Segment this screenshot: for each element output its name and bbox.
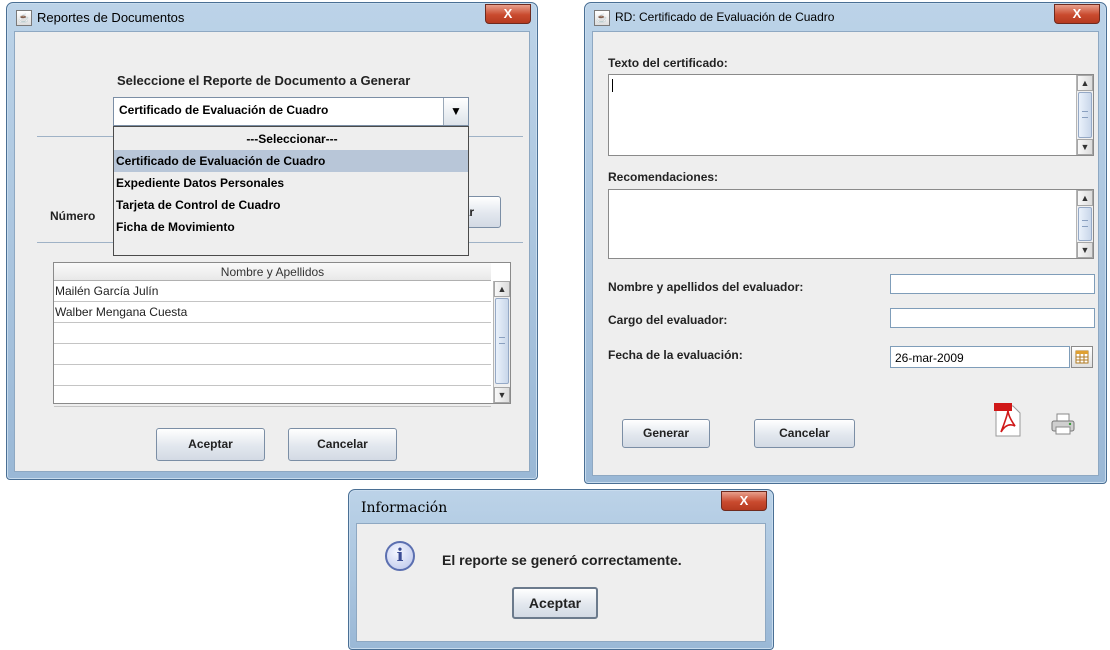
certificado-window: ☕ RD: Certificado de Evaluación de Cuadr… <box>584 2 1107 484</box>
scroll-thumb[interactable] <box>1078 92 1092 138</box>
option-tarjeta[interactable]: Tarjeta de Control de Cuadro <box>114 194 468 216</box>
nombre-evaluador-field[interactable] <box>890 274 1095 294</box>
chevron-down-icon[interactable]: ▼ <box>443 98 468 125</box>
certificado-close-button[interactable]: X <box>1054 4 1100 24</box>
cargo-evaluador-label: Cargo del evaluador: <box>608 313 728 327</box>
pdf-icon[interactable] <box>993 402 1023 438</box>
scroll-down-icon[interactable]: ▼ <box>1077 242 1093 258</box>
grip-icon <box>1082 220 1088 227</box>
report-type-dropdown: ---Seleccionar--- Certificado de Evaluac… <box>113 126 469 256</box>
info-close-button[interactable]: X <box>721 491 767 511</box>
table-row[interactable]: Mailén García Julín <box>54 281 491 302</box>
reportes-close-button[interactable]: X <box>485 4 531 24</box>
reportes-heading: Seleccione el Reporte de Documento a Gen… <box>117 73 411 88</box>
info-client: i El reporte se generó correctamente. Ac… <box>356 523 766 642</box>
table-row[interactable] <box>54 365 491 386</box>
certificado-client: Texto del certificado: ▲ ▼ Recomendacion… <box>592 31 1099 476</box>
fecha-field[interactable]: 26-mar-2009 <box>890 346 1070 368</box>
reportes-title: Reportes de Documentos <box>37 10 185 25</box>
reportes-window: ☕ Reportes de Documentos X Seleccione el… <box>6 2 538 480</box>
texto-scrollbar[interactable]: ▲ ▼ <box>1076 75 1093 155</box>
recomendaciones-label: Recomendaciones: <box>608 170 719 184</box>
info-message: El reporte se generó correctamente. <box>442 552 682 568</box>
table-row[interactable] <box>54 344 491 365</box>
text-caret <box>612 79 613 92</box>
recomendaciones-scrollbar[interactable]: ▲ ▼ <box>1076 190 1093 258</box>
nombre-evaluador-label: Nombre y apellidos del evaluador: <box>608 280 804 294</box>
texto-textarea[interactable]: ▲ ▼ <box>608 74 1094 156</box>
table-row[interactable] <box>54 386 491 407</box>
scroll-up-icon[interactable]: ▲ <box>494 281 510 297</box>
reportes-titlebar[interactable]: ☕ Reportes de Documentos <box>7 3 537 31</box>
info-accept-button[interactable]: Aceptar <box>512 587 598 619</box>
table-row[interactable]: Walber Mengana Cuesta <box>54 302 491 323</box>
grip-icon <box>1082 111 1088 118</box>
certificado-titlebar[interactable]: ☕ RD: Certificado de Evaluación de Cuadr… <box>585 3 1106 31</box>
report-type-value: Certificado de Evaluación de Cuadro <box>119 103 329 117</box>
table-scrollbar[interactable]: ▲ ▼ <box>493 281 510 403</box>
numero-label: Número <box>50 209 96 223</box>
scroll-down-icon[interactable]: ▼ <box>494 387 510 403</box>
option-certificado[interactable]: Certificado de Evaluación de Cuadro <box>114 150 468 172</box>
recomendaciones-textarea[interactable]: ▲ ▼ <box>608 189 1094 259</box>
cargo-evaluador-field[interactable] <box>890 308 1095 328</box>
reportes-client: Seleccione el Reporte de Documento a Gen… <box>14 31 530 472</box>
option-seleccionar[interactable]: ---Seleccionar--- <box>114 128 468 150</box>
scroll-thumb[interactable] <box>495 298 509 384</box>
table-row[interactable] <box>54 323 491 344</box>
report-type-combo[interactable]: Certificado de Evaluación de Cuadro ▼ <box>113 97 469 126</box>
generar-button[interactable]: Generar <box>622 419 710 448</box>
cancel-button[interactable]: Cancelar <box>288 428 397 461</box>
cancelar-button[interactable]: Cancelar <box>754 419 855 448</box>
fecha-label: Fecha de la evaluación: <box>608 348 743 362</box>
scroll-thumb[interactable] <box>1078 207 1092 241</box>
info-title: Información <box>361 500 448 516</box>
option-ficha[interactable]: Ficha de Movimiento <box>114 216 468 238</box>
scroll-down-icon[interactable]: ▼ <box>1077 139 1093 155</box>
accept-button[interactable]: Aceptar <box>156 428 265 461</box>
java-icon: ☕ <box>16 10 32 26</box>
table-header: Nombre y Apellidos <box>54 263 491 281</box>
scroll-up-icon[interactable]: ▲ <box>1077 190 1093 206</box>
printer-icon[interactable] <box>1050 412 1076 436</box>
java-icon: ☕ <box>594 10 610 26</box>
info-titlebar[interactable]: Información <box>349 490 773 518</box>
texto-label: Texto del certificado: <box>608 56 728 70</box>
grip-icon <box>499 337 505 344</box>
certificado-title: RD: Certificado de Evaluación de Cuadro <box>615 10 835 24</box>
option-expediente[interactable]: Expediente Datos Personales <box>114 172 468 194</box>
calendar-icon[interactable] <box>1071 346 1093 368</box>
names-table: Nombre y Apellidos Mailén García Julín W… <box>53 262 511 407</box>
scroll-up-icon[interactable]: ▲ <box>1077 75 1093 91</box>
info-dialog: Información X i El reporte se generó cor… <box>348 489 774 650</box>
info-icon: i <box>385 541 415 571</box>
